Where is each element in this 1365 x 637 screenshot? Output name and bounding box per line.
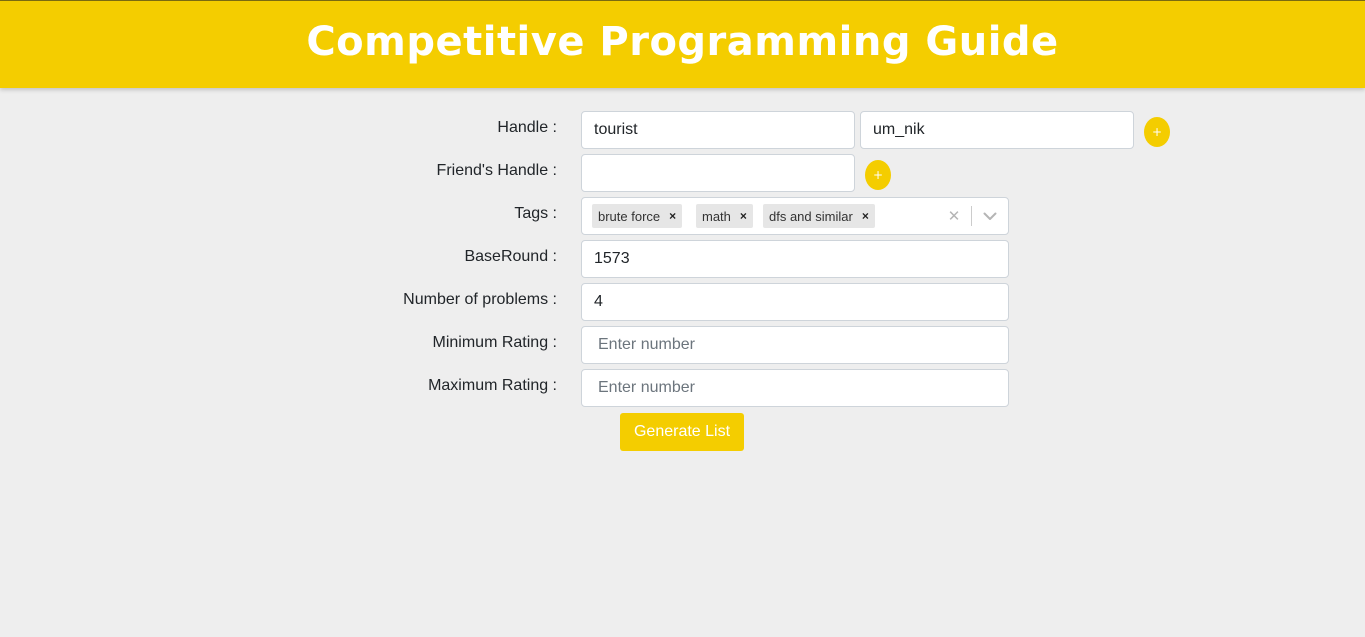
friend-handle-label: Friend's Handle :: [436, 162, 557, 179]
friend-handle-input[interactable]: [581, 154, 855, 192]
generate-list-button[interactable]: Generate List: [620, 413, 744, 451]
app-header: Competitive Programming Guide: [0, 0, 1365, 88]
num-problems-label: Number of problems :: [403, 291, 557, 308]
min-rating-label: Minimum Rating :: [432, 334, 557, 351]
max-rating-label: Maximum Rating :: [428, 377, 557, 394]
base-round-input[interactable]: [581, 240, 1009, 278]
remove-tag-icon[interactable]: ×: [858, 204, 875, 228]
remove-tag-icon[interactable]: ×: [665, 204, 682, 228]
max-rating-input[interactable]: [581, 369, 1009, 407]
tag-chip-label: brute force: [598, 208, 661, 224]
base-round-label: BaseRound :: [464, 248, 557, 265]
page-title: Competitive Programming Guide: [306, 18, 1059, 65]
remove-tag-icon[interactable]: ×: [736, 204, 753, 228]
tag-chip-brute-force: brute force ×: [592, 204, 683, 228]
tag-chip-dfs-and-similar: dfs and similar ×: [763, 204, 875, 228]
handle-input-2[interactable]: [860, 111, 1134, 149]
tag-chip-math: math ×: [696, 204, 753, 228]
add-friend-handle-button[interactable]: +: [865, 160, 891, 190]
tag-chip-label: math: [702, 208, 731, 224]
tags-multiselect[interactable]: brute force × math × dfs and similar × ✕: [581, 197, 1009, 235]
add-handle-button[interactable]: +: [1144, 117, 1170, 147]
handle-label: Handle :: [497, 119, 557, 136]
num-problems-input[interactable]: [581, 283, 1009, 321]
handle-input-1[interactable]: [581, 111, 855, 149]
tag-chip-label: dfs and similar: [769, 208, 853, 224]
min-rating-input[interactable]: [581, 326, 1009, 364]
indicator-separator: [971, 206, 972, 226]
clear-tags-icon[interactable]: ✕: [946, 207, 962, 225]
tags-label: Tags :: [514, 205, 557, 222]
chevron-down-icon[interactable]: [980, 206, 1000, 226]
